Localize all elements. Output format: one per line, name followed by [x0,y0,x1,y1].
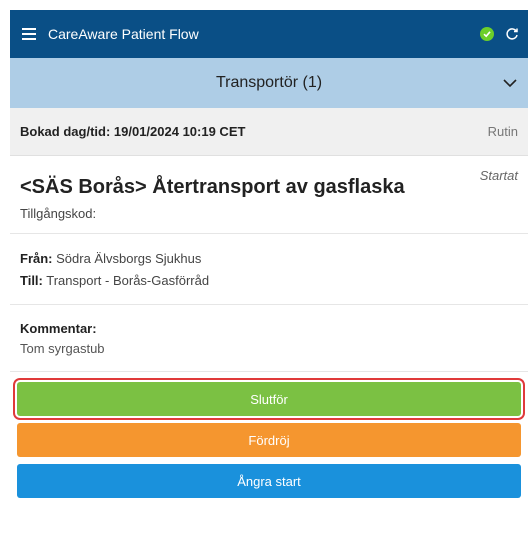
priority-label: Rutin [487,124,518,139]
comment-label: Kommentar: [20,321,97,336]
from-label: Från: [20,251,53,266]
from-value: Södra Älvsborgs Sjukhus [56,251,202,266]
complete-button[interactable]: Slutför [13,378,525,420]
from-row: Från: Södra Älvsborgs Sjukhus [20,248,518,270]
action-buttons: Slutför Fördröj Ångra start [10,372,528,498]
refresh-icon[interactable] [504,26,520,42]
role-label: Transportör (1) [215,74,323,91]
to-row: Till: Transport - Borås-Gasförråd [20,270,518,292]
hamburger-icon[interactable] [22,28,36,40]
booking-row: Bokad dag/tid: 19/01/2024 10:19 CET Ruti… [10,108,528,156]
access-code-label: Tillgångskod: [20,206,97,221]
undo-start-button[interactable]: Ångra start [17,464,521,498]
delay-button[interactable]: Fördröj [17,423,521,457]
route-section: Från: Södra Älvsborgs Sjukhus Till: Tran… [10,234,528,305]
chevron-down-icon[interactable] [502,75,518,91]
to-label: Till: [20,273,43,288]
comment-value: Tom syrgastub [20,341,105,356]
check-circle-icon [480,27,494,41]
comment-section: Kommentar: Tom syrgastub [10,305,528,372]
role-selector[interactable]: Transportör (1) [10,58,528,108]
task-status: Startat [479,168,518,183]
app-window: CareAware Patient Flow Transportör (1) B… [10,10,528,542]
booking-datetime: Bokad dag/tid: 19/01/2024 10:19 CET [20,124,246,139]
task-header: <SÄS Borås> Återtransport av gasflaska S… [10,156,528,234]
top-bar: CareAware Patient Flow [10,10,528,58]
to-value: Transport - Borås-Gasförråd [46,273,210,288]
task-title: <SÄS Borås> Återtransport av gasflaska [20,176,405,198]
app-title: CareAware Patient Flow [48,26,199,42]
